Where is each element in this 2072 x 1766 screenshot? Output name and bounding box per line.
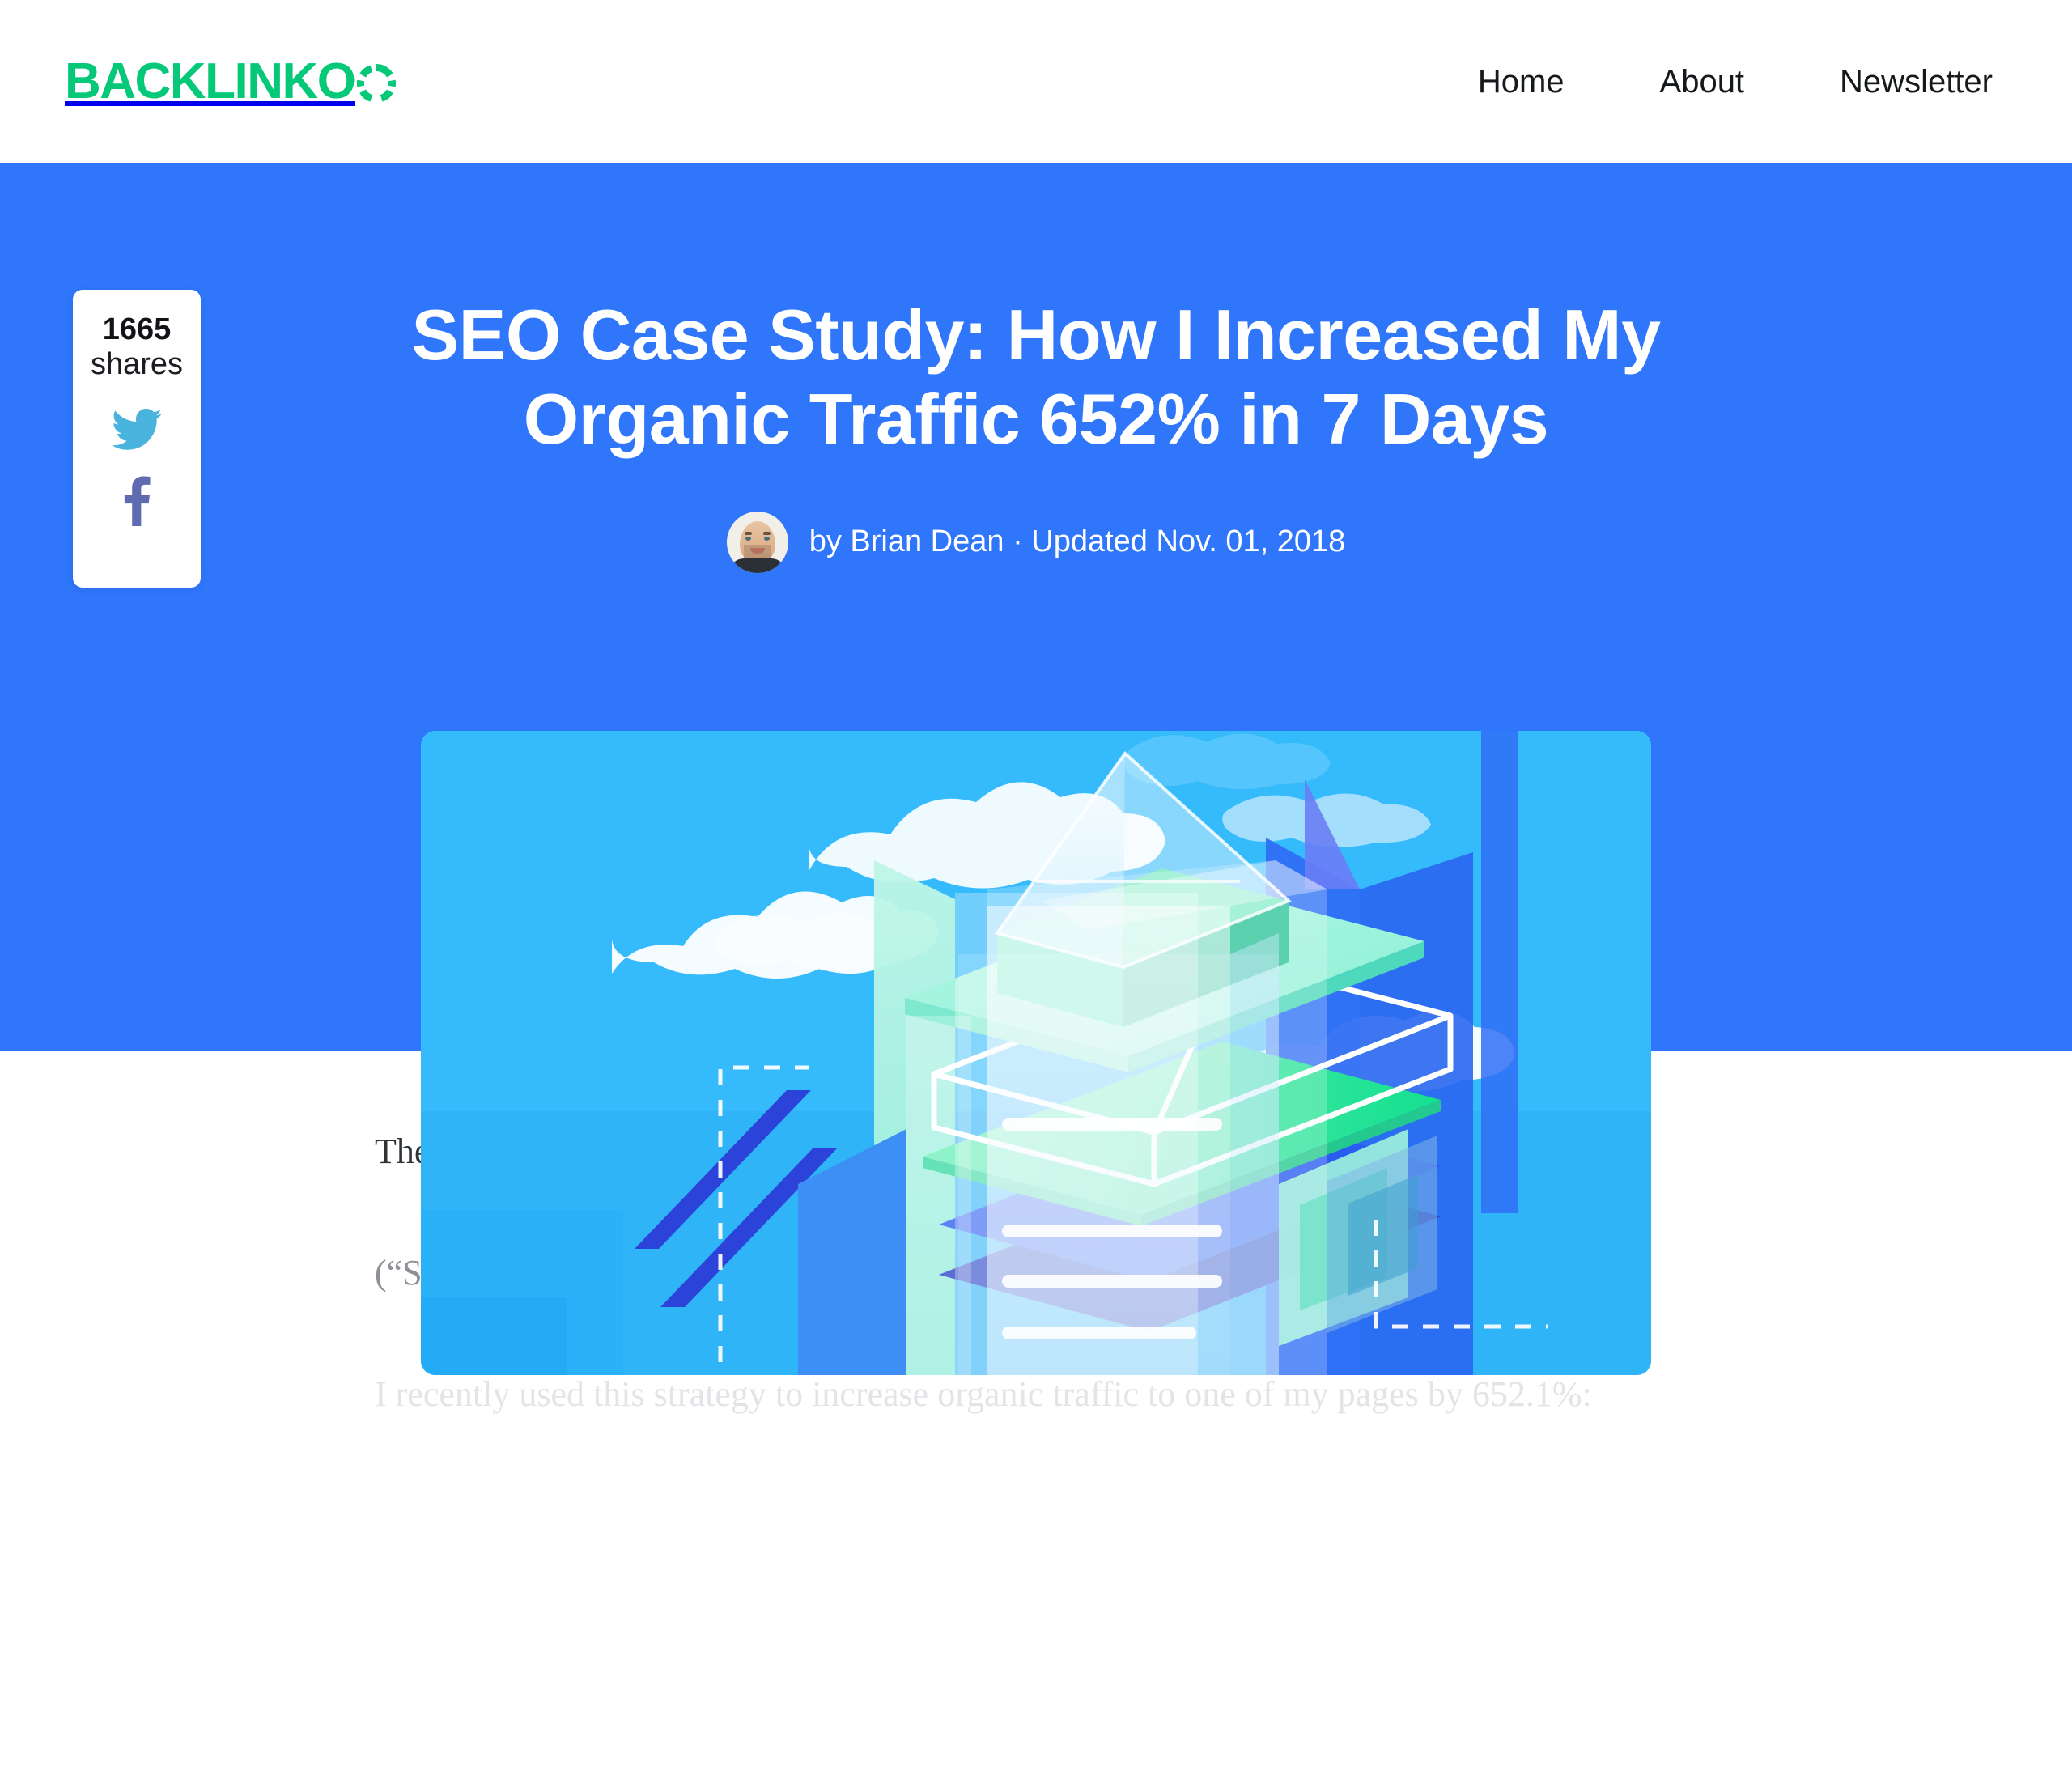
page-title: SEO Case Study: How I Increased My Organ…: [411, 295, 1661, 459]
site-header: BACKLINKO Home About Newsletter: [0, 0, 2072, 163]
nav-link-home[interactable]: Home: [1478, 64, 1565, 100]
hero-section: 1665 shares SEO Case Study: How I Increa…: [0, 163, 2072, 1375]
byline: by Brian Dean · Updated Nov. 01, 2018: [726, 511, 1346, 573]
hero-content: SEO Case Study: How I Increased My Organ…: [0, 163, 2072, 573]
seo-layers-illustration: [421, 731, 1651, 1375]
ring-o-icon: [356, 63, 397, 104]
author-avatar: [726, 511, 788, 573]
paragraph-result: I recently used this strategy to increas…: [375, 1374, 1592, 1414]
main-navigation: Home About Newsletter: [1478, 64, 2001, 100]
byline-text: by Brian Dean · Updated Nov. 01, 2018: [809, 524, 1346, 559]
nav-link-newsletter[interactable]: Newsletter: [1840, 64, 1993, 100]
site-logo[interactable]: BACKLINKO: [65, 57, 397, 107]
nav-link-about[interactable]: About: [1660, 64, 1745, 100]
brand-wordmark: BACKLINKO: [65, 53, 356, 109]
